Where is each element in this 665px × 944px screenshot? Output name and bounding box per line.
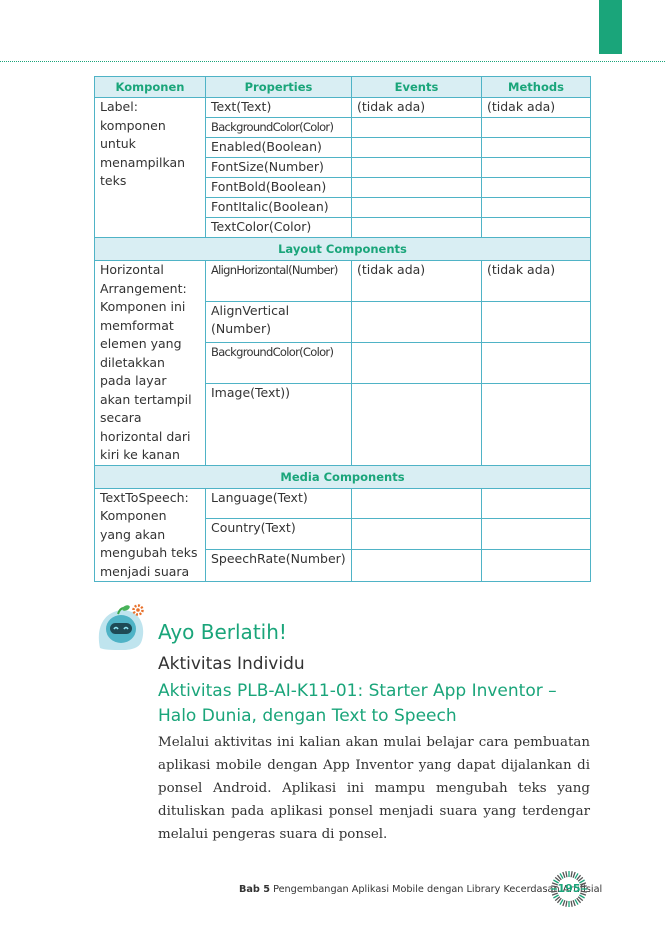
method-cell: (tidak ada) xyxy=(481,97,591,118)
activity-title: Aktivitas PLB-AI-K11-01: Starter App Inv… xyxy=(158,681,557,726)
property-text: (Number) xyxy=(211,321,271,337)
property-cell: FontItalic(Boolean) xyxy=(205,197,352,218)
component-horizontal-desc: Horizontal Arrangement: Komponen ini mem… xyxy=(94,260,206,466)
footer-chapter: Bab 5 xyxy=(239,884,270,895)
property-cell: FontBold(Boolean) xyxy=(205,177,352,198)
section-row: Media Components xyxy=(94,464,591,489)
page-footer: Bab 5 Pengembangan Aplikasi Mobile denga… xyxy=(239,884,602,895)
table-row: Horizontal Arrangement: Komponen ini mem… xyxy=(94,260,591,466)
property-cell-alignvertical: AlignVertical (Number) xyxy=(205,300,352,343)
property-cell: TextColor(Color) xyxy=(205,217,352,238)
event-cell: (tidak ada) xyxy=(351,260,482,302)
property-cell: Country(Text) xyxy=(205,518,352,551)
table-row: Label: komponen untuk menampilkan teks T… xyxy=(94,97,591,238)
section-row: Layout Components xyxy=(94,237,591,261)
method-cell: (tidak ada) xyxy=(481,260,591,302)
activity-heading: Ayo Berlatih! xyxy=(158,620,287,644)
property-cell: BackgroundColor(Color) xyxy=(205,341,352,384)
section-layout-components: Layout Components xyxy=(94,237,591,261)
property-cell: SpeechRate(Number) xyxy=(205,549,352,582)
gear-icon xyxy=(132,604,144,616)
header-komponen: Komponen xyxy=(94,76,206,98)
page-number: 195 xyxy=(557,882,581,895)
property-cell: Enabled(Boolean) xyxy=(205,137,352,158)
header-methods: Methods xyxy=(481,76,591,98)
header-divider xyxy=(0,61,665,62)
event-cell: (tidak ada) xyxy=(351,97,482,118)
property-cell: AlignHorizontal(Number) xyxy=(205,260,352,302)
chapter-tab xyxy=(599,0,622,54)
table-header-row: Komponen Properties Events Methods xyxy=(94,76,591,98)
component-label-desc: Label: komponen untuk menampilkan teks xyxy=(94,97,206,238)
table-row: TextToSpeech: Komponen yang akan menguba… xyxy=(94,487,591,582)
property-cell: Text(Text) xyxy=(205,97,352,118)
property-cell: Image(Text)) xyxy=(205,382,352,466)
robot-mascot-icon xyxy=(98,604,144,650)
component-tts-desc: TextToSpeech: Komponen yang akan menguba… xyxy=(94,487,206,582)
property-cell: Language(Text) xyxy=(205,487,352,520)
property-cell: FontSize(Number) xyxy=(205,157,352,178)
activity-body: Melalui aktivitas ini kalian akan mulai … xyxy=(158,735,590,842)
property-cell: BackgroundColor(Color) xyxy=(205,117,352,138)
component-table: Komponen Properties Events Methods Label… xyxy=(94,76,591,582)
header-properties: Properties xyxy=(205,76,352,98)
activity-subheading: Aktivitas Individu xyxy=(158,654,305,674)
property-text: AlignVertical xyxy=(211,302,290,318)
section-media-components: Media Components xyxy=(94,464,591,489)
header-events: Events xyxy=(351,76,482,98)
